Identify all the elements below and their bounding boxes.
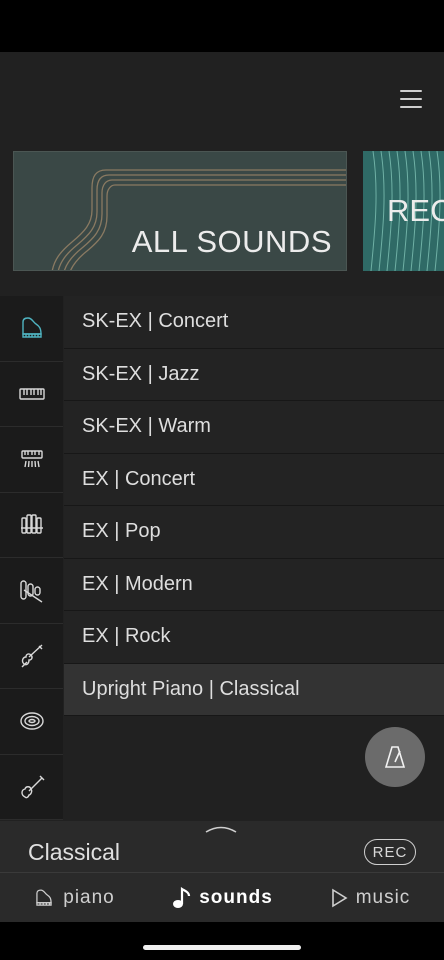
tab-bar: piano sounds music bbox=[0, 872, 444, 922]
tab-sounds[interactable]: sounds bbox=[148, 873, 296, 922]
metronome-button[interactable] bbox=[365, 727, 425, 787]
sound-item[interactable]: EX | Modern bbox=[64, 558, 444, 611]
grand-piano-icon bbox=[36, 889, 52, 906]
tab-label: piano bbox=[63, 886, 115, 908]
rec-button[interactable]: REC bbox=[364, 839, 416, 865]
tab-label: sounds bbox=[199, 886, 273, 908]
guitar-icon bbox=[20, 775, 44, 799]
mallet-percussion-icon bbox=[19, 580, 42, 603]
music-note-icon bbox=[173, 886, 191, 908]
banner-title: ALL SOUNDS bbox=[131, 224, 332, 259]
play-icon bbox=[331, 888, 348, 907]
electric-piano-icon bbox=[20, 450, 43, 468]
sound-item[interactable]: SK-EX | Concert bbox=[64, 296, 444, 349]
pad-icon bbox=[19, 712, 44, 730]
sound-item[interactable]: EX | Pop bbox=[64, 506, 444, 559]
tab-label: music bbox=[355, 886, 411, 908]
status-bar bbox=[0, 0, 444, 52]
tab-piano[interactable]: piano bbox=[0, 873, 148, 922]
current-sound-label: Classical bbox=[28, 839, 121, 865]
grand-piano-icon bbox=[21, 317, 42, 338]
rec-banner[interactable]: REC bbox=[363, 151, 444, 271]
sound-item[interactable]: SK-EX | Jazz bbox=[64, 348, 444, 401]
category-organ[interactable] bbox=[0, 493, 63, 558]
sound-list: SK-EX | Concert SK-EX | Jazz SK-EX | War… bbox=[64, 296, 444, 716]
category-grand-piano[interactable] bbox=[0, 296, 63, 362]
category-mallet[interactable] bbox=[0, 558, 63, 624]
menu-button[interactable] bbox=[400, 88, 424, 108]
sound-item[interactable]: EX | Rock bbox=[64, 611, 444, 664]
app-screen: ALL SOUNDS REC SK-EX | Concert SK-EX | J… bbox=[0, 52, 444, 922]
category-pad[interactable] bbox=[0, 689, 63, 755]
sound-item[interactable]: SK-EX | Warm bbox=[64, 401, 444, 454]
category-electric-piano[interactable] bbox=[0, 427, 63, 493]
tab-music[interactable]: music bbox=[296, 873, 444, 922]
home-indicator[interactable] bbox=[143, 945, 301, 950]
category-guitar[interactable] bbox=[0, 755, 63, 820]
hamburger-icon bbox=[400, 90, 422, 92]
violin-icon bbox=[21, 644, 42, 668]
chevron-up-icon[interactable] bbox=[204, 821, 238, 835]
category-keyboard[interactable] bbox=[0, 362, 63, 427]
metronome-icon bbox=[384, 746, 406, 768]
sound-item[interactable]: EX | Concert bbox=[64, 453, 444, 506]
category-sidebar bbox=[0, 296, 63, 820]
banner-carousel: ALL SOUNDS REC bbox=[0, 151, 444, 271]
keyboard-icon bbox=[18, 388, 45, 400]
sound-item-selected[interactable]: Upright Piano | Classical bbox=[64, 663, 444, 716]
category-violin[interactable] bbox=[0, 624, 63, 689]
home-bar bbox=[0, 922, 444, 960]
organ-icon bbox=[20, 514, 43, 534]
banner-title: REC bbox=[387, 193, 444, 228]
all-sounds-banner[interactable]: ALL SOUNDS bbox=[13, 151, 347, 271]
